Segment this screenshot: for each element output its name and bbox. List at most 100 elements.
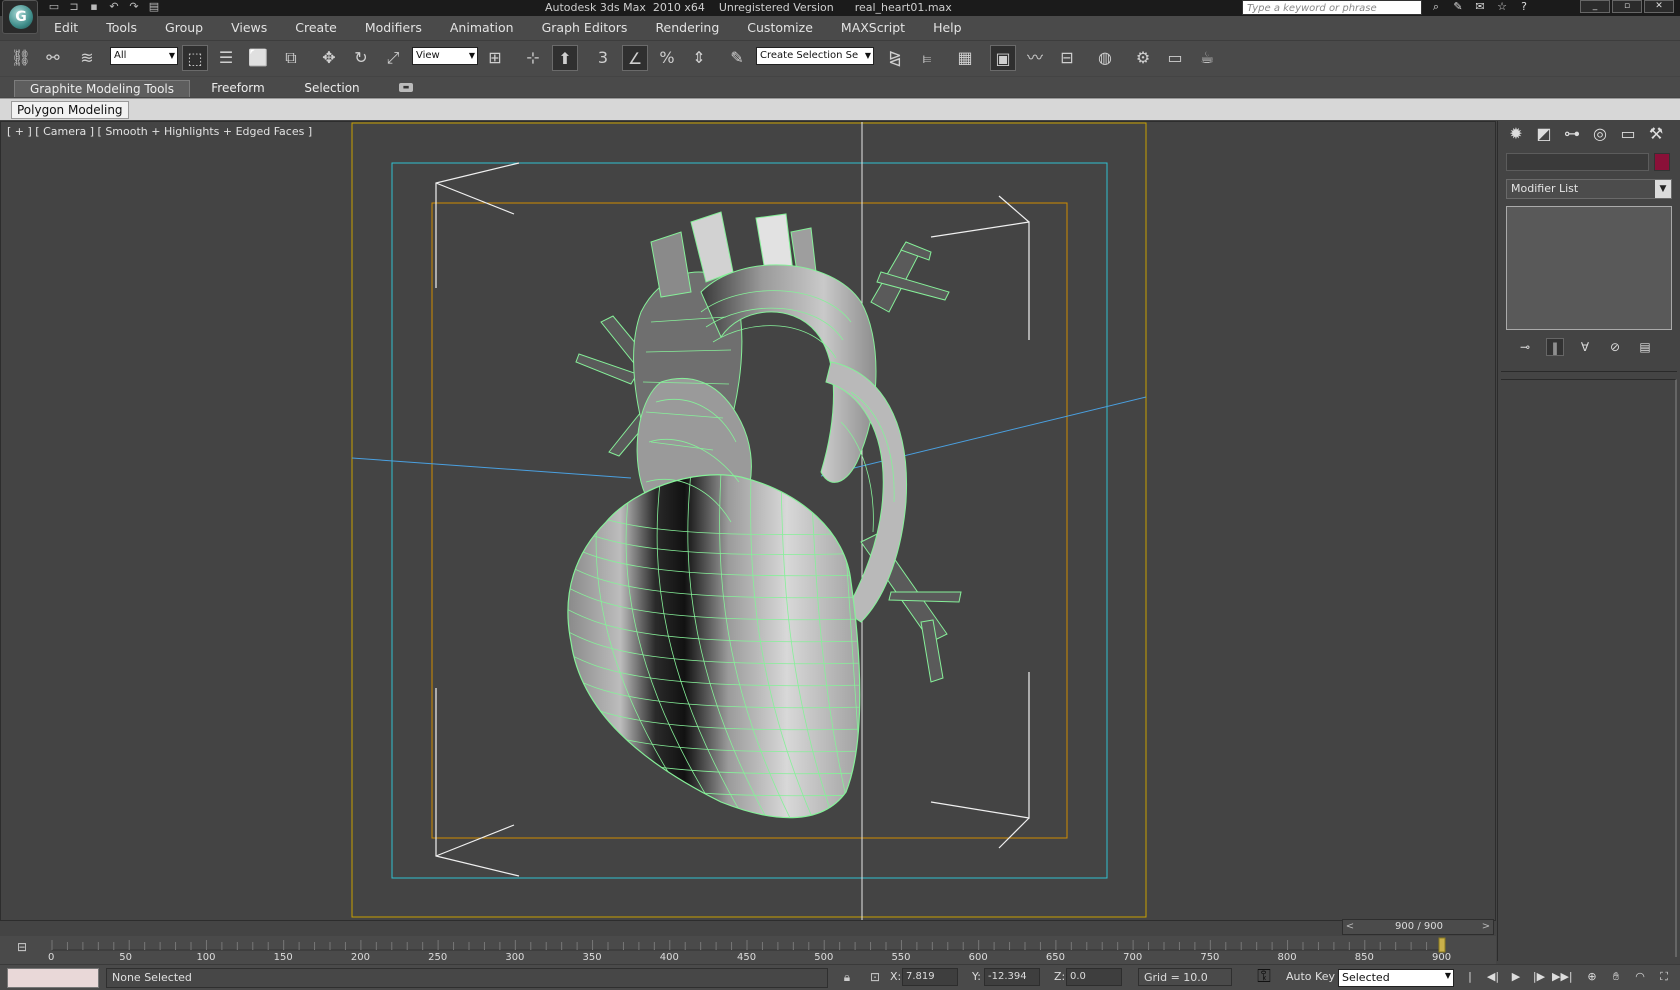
go-to-end-icon[interactable]: ▶▶| — [1552, 968, 1573, 986]
select-object-icon[interactable]: ⬚ — [182, 45, 208, 71]
modifier-stack[interactable] — [1506, 206, 1672, 330]
configure-sets-icon[interactable]: ▤ — [1636, 338, 1654, 356]
menu-animation[interactable]: Animation — [450, 16, 514, 40]
named-selection-dropdown[interactable]: Create Selection Se ▼ — [756, 47, 874, 65]
edit-named-selection-icon[interactable]: ✎ — [724, 45, 750, 71]
maximize-viewport-icon[interactable]: ⛶ — [1654, 968, 1674, 986]
spinner-snap-icon[interactable]: ⇕ — [686, 45, 712, 71]
menu-help[interactable]: Help — [933, 16, 962, 40]
next-frame-icon[interactable]: |▶ — [1529, 968, 1549, 986]
communication-icon[interactable]: ✉ — [1472, 0, 1488, 14]
selection-filter-dropdown[interactable]: All ▼ — [110, 47, 178, 65]
save-icon[interactable]: ▪ — [86, 0, 102, 14]
curve-editor-mini-icon[interactable]: ⊟ — [12, 940, 32, 958]
hierarchy-icon[interactable]: ⊶ — [1559, 121, 1585, 147]
modify-icon[interactable]: ◩ — [1531, 121, 1557, 147]
project-folder-icon[interactable]: ▤ — [146, 0, 162, 14]
current-frame-marker[interactable] — [1438, 937, 1446, 953]
track-bar[interactable]: ⊟ 0 50 100 150 200 250 300 350 400 450 500 550 600 65… — [0, 936, 1496, 964]
motion-icon[interactable]: ◎ — [1587, 121, 1613, 147]
snaps-toggle-icon[interactable]: 3 — [590, 45, 616, 71]
rendered-frame-window-icon[interactable]: ▭ — [1162, 45, 1188, 71]
remove-modifier-icon[interactable]: ⊘ — [1606, 338, 1624, 356]
mirror-icon[interactable]: ⧎ — [882, 45, 908, 71]
curve-editor-icon[interactable]: 〰 — [1022, 45, 1048, 71]
maxscript-listener-mini[interactable] — [7, 968, 99, 988]
application-button[interactable]: G — [2, 0, 38, 34]
menu-graph-editors[interactable]: Graph Editors — [542, 16, 628, 40]
menu-create[interactable]: Create — [295, 16, 337, 40]
search-input[interactable]: Type a keyword or phrase — [1242, 0, 1422, 15]
pan-icon[interactable]: ✋︎ — [1606, 968, 1626, 986]
orbit-icon[interactable]: ⊕ — [1582, 968, 1602, 986]
previous-frame-icon[interactable]: < — [1343, 920, 1357, 934]
pivot-center-icon[interactable]: ⊞ — [482, 45, 508, 71]
create-icon[interactable]: ✹ — [1503, 121, 1529, 147]
keyboard-shortcut-override-icon[interactable]: ⬆ — [552, 45, 578, 71]
ribbon-minimize-toggle[interactable]: ▬ — [399, 83, 413, 92]
favorites-star-icon[interactable]: ☆ — [1494, 0, 1510, 14]
menu-rendering[interactable]: Rendering — [655, 16, 719, 40]
undo-icon[interactable]: ↶ — [106, 0, 122, 14]
modifier-list-dropdown[interactable]: Modifier List ▼ — [1506, 179, 1672, 199]
menu-maxscript[interactable]: MAXScript — [841, 16, 905, 40]
polygon-modeling-panel[interactable]: Polygon Modeling — [11, 101, 129, 119]
redo-icon[interactable]: ↷ — [126, 0, 142, 14]
utilities-icon[interactable]: ⚒ — [1643, 121, 1669, 147]
tab-graphite-modeling-tools[interactable]: Graphite Modeling Tools — [14, 80, 190, 97]
object-name-field[interactable] — [1506, 153, 1649, 171]
tab-freeform[interactable]: Freeform — [198, 80, 278, 97]
unlink-selection-icon[interactable]: ⚯ — [40, 45, 66, 71]
angle-snap-icon[interactable]: ∠ — [622, 45, 648, 71]
heart-mesh[interactable] — [561, 211, 962, 840]
key-mode-dropdown[interactable]: Selected ▼ — [1338, 969, 1454, 987]
previous-frame-icon[interactable]: ◀| — [1483, 968, 1503, 986]
close-button[interactable]: ✕ — [1644, 0, 1674, 13]
new-icon[interactable]: ▭ — [46, 0, 62, 14]
minimize-button[interactable]: _ — [1580, 0, 1610, 13]
time-slider[interactable]: < 900 / 900 > — [1342, 919, 1494, 935]
next-frame-icon[interactable]: > — [1479, 920, 1493, 934]
field-of-view-icon[interactable]: ◠ — [1630, 968, 1650, 986]
subscription-icon[interactable]: ✎ — [1450, 0, 1466, 14]
binoculars-icon[interactable]: ⌕ — [1428, 0, 1444, 14]
material-editor-icon[interactable]: ◍ — [1092, 45, 1118, 71]
auto-key-button[interactable]: Auto Key — [1286, 970, 1335, 983]
tab-selection[interactable]: Selection — [290, 80, 374, 97]
absolute-mode-icon[interactable]: ⊡ — [866, 968, 884, 986]
select-and-rotate-icon[interactable]: ↻ — [348, 45, 374, 71]
help-icon[interactable]: ? — [1516, 0, 1532, 14]
menu-edit[interactable]: Edit — [54, 16, 78, 40]
camera-viewport[interactable]: [ + ] [ Camera ] [ Smooth + Highlights +… — [0, 121, 1496, 921]
make-unique-icon[interactable]: ∀ — [1576, 338, 1594, 356]
reference-coord-dropdown[interactable]: View ▼ — [412, 47, 478, 65]
schematic-view-icon[interactable]: ⊟ — [1054, 45, 1080, 71]
bind-to-space-warp-icon[interactable]: ≋ — [74, 45, 100, 71]
menu-modifiers[interactable]: Modifiers — [365, 16, 422, 40]
lock-selection-icon[interactable]: 🔒︎ — [838, 968, 856, 986]
set-key-icon[interactable]: ⚿ — [1245, 965, 1283, 989]
viewport-label[interactable]: [ + ] [ Camera ] [ Smooth + Highlights +… — [7, 125, 312, 138]
select-and-link-icon[interactable]: ⛓ — [8, 45, 34, 71]
go-to-start-icon[interactable]: |◀◀ — [1460, 968, 1480, 990]
menu-customize[interactable]: Customize — [747, 16, 813, 40]
select-and-move-icon[interactable]: ✥ — [316, 45, 342, 71]
x-coordinate-field[interactable]: 7.819 — [902, 968, 958, 986]
render-setup-icon[interactable]: ⚙ — [1130, 45, 1156, 71]
show-end-result-icon[interactable]: ‖ — [1546, 338, 1564, 356]
menu-group[interactable]: Group — [165, 16, 203, 40]
pin-stack-icon[interactable]: ⊸ — [1516, 338, 1534, 356]
percent-snap-icon[interactable]: % — [654, 45, 680, 71]
window-crossing-icon[interactable]: ⧉ — [278, 45, 304, 71]
select-manipulate-icon[interactable]: ⊹ — [520, 45, 546, 71]
align-icon[interactable]: ⫢ — [914, 45, 940, 71]
restore-button[interactable]: ▫ — [1612, 0, 1642, 13]
z-coordinate-field[interactable]: 0.0 — [1066, 968, 1122, 986]
menu-views[interactable]: Views — [231, 16, 267, 40]
play-icon[interactable]: ▶ — [1506, 968, 1526, 986]
render-production-icon[interactable]: ☕ — [1194, 45, 1220, 71]
layer-manager-icon[interactable]: ▦ — [952, 45, 978, 71]
y-coordinate-field[interactable]: -12.394 — [984, 968, 1040, 986]
select-and-scale-icon[interactable]: ⤢ — [380, 45, 406, 71]
menu-tools[interactable]: Tools — [106, 16, 137, 40]
